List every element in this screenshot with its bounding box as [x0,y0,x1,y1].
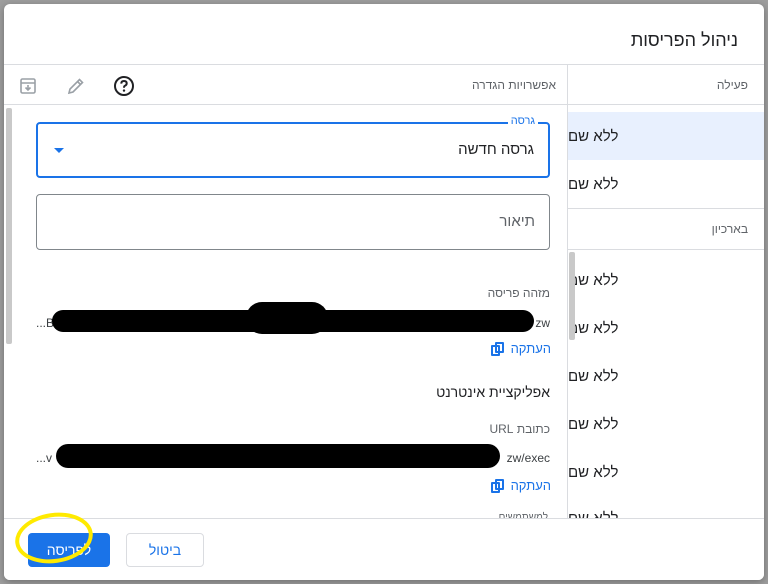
pencil-icon[interactable] [64,74,88,98]
manage-deployments-dialog: ניהול הפריסות פעילה ללא שם ללא שם בארכיו… [4,4,764,580]
cancel-button[interactable]: ביטול [126,533,204,567]
redaction-mark [56,444,500,468]
version-value: גרסה חדשה [458,141,534,158]
copy-label: העתקה [510,478,551,493]
redaction-mark [246,302,328,334]
dropdown-caret-icon [54,148,64,153]
deployment-item-archived[interactable]: ללא שם [568,352,764,400]
deployment-item-archived[interactable]: ללא שם [568,256,764,304]
copy-deployment-id-button[interactable]: העתקה [490,341,551,356]
divider [568,104,764,105]
archive-icon[interactable] [16,74,40,98]
copy-label: העתקה [510,341,551,356]
url-label: כתובת URL [489,422,550,436]
deployment-item-active[interactable]: ללא שם [568,112,764,160]
description-input[interactable]: תיאור [36,194,550,250]
copy-url-button[interactable]: העתקה [490,478,551,493]
copy-icon [490,341,505,356]
deployment-list-scrollbar[interactable] [569,252,575,340]
deployment-id-label: מזהה פריסה [487,286,550,300]
deployment-id-end: zw [535,316,550,330]
config-options-label: אפשרויות הגדרה [472,78,556,92]
active-section-label: פעילה [716,78,748,92]
url-start: ...v [36,451,53,465]
copy-icon [490,478,505,493]
description-placeholder: תיאור [499,213,535,230]
version-select[interactable]: גרסה גרסה חדשה [36,115,550,178]
deployment-item-archived[interactable]: ללא שם [568,448,764,496]
deployment-item-active[interactable]: ללא שם [568,160,764,208]
deployment-item-archived[interactable]: ללא שם [568,400,764,448]
webapp-section-label: אפליקציית אינטרנט [436,384,550,400]
divider [4,104,567,105]
divider [568,208,764,209]
help-icon[interactable] [112,74,136,98]
dialog-footer: לפריסה ביטול [4,518,764,580]
archived-section-label: בארכיון [711,222,748,236]
divider [4,64,764,65]
divider [568,249,764,250]
version-field-label: גרסה [507,115,538,127]
url-end: zw/exec [506,451,550,465]
dialog-title: ניהול הפריסות [630,30,738,50]
deployment-item-archived[interactable]: ללא שם [568,304,764,352]
config-panel-scrollbar[interactable] [6,108,12,344]
